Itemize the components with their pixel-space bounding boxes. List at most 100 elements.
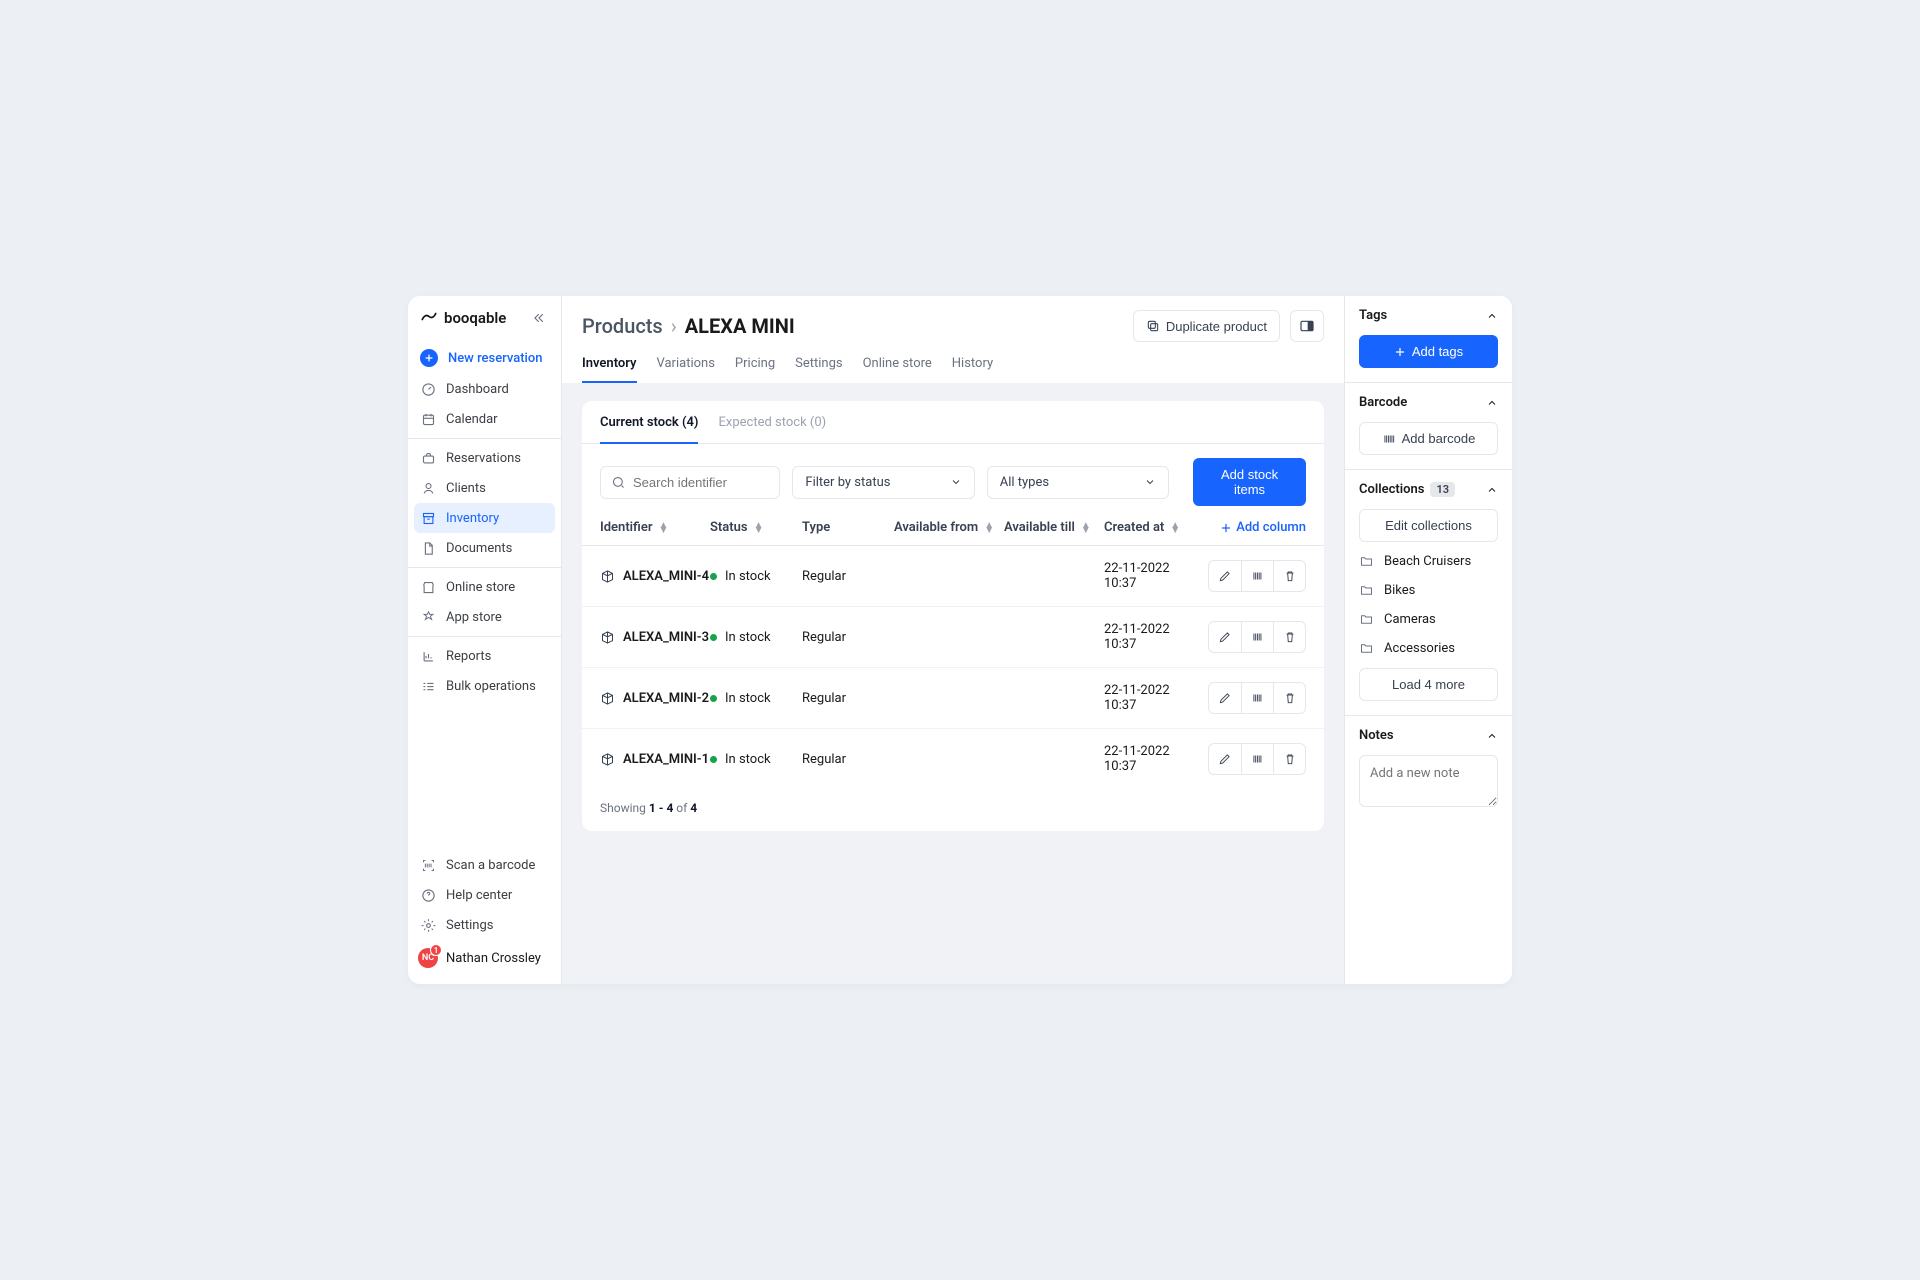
- search-input[interactable]: [600, 466, 780, 499]
- row-identifier: ALEXA_MINI-4: [623, 569, 709, 584]
- barcode-icon: [1251, 752, 1265, 766]
- collections-section-header[interactable]: Collections 13: [1345, 470, 1512, 509]
- scan-barcode-button[interactable]: Scan a barcode: [408, 850, 561, 880]
- sort-icon: ▲▼: [1170, 523, 1180, 533]
- add-column-button[interactable]: Add column: [1220, 520, 1306, 535]
- panel-icon: [1299, 318, 1315, 334]
- filter-type-label: All types: [1000, 475, 1049, 490]
- column-identifier[interactable]: Identifier▲▼: [600, 520, 710, 535]
- add-barcode-button[interactable]: Add barcode: [1359, 422, 1498, 455]
- sidebar-item-calendar[interactable]: Calendar: [408, 404, 561, 434]
- cube-icon: [600, 691, 615, 706]
- tab-history[interactable]: History: [952, 356, 993, 383]
- column-created-at[interactable]: Created at▲▼: [1104, 520, 1204, 535]
- nav-label: Inventory: [446, 511, 499, 526]
- edit-row-button[interactable]: [1209, 744, 1241, 774]
- pencil-icon: [1218, 569, 1232, 583]
- barcode-icon: [1251, 630, 1265, 644]
- table-row[interactable]: ALEXA_MINI-4 In stock Regular 22-11-2022…: [582, 546, 1324, 607]
- sidebar-item-documents[interactable]: Documents: [408, 533, 561, 563]
- edit-collections-button[interactable]: Edit collections: [1359, 509, 1498, 542]
- tab-variations[interactable]: Variations: [657, 356, 715, 383]
- nav-label: Reservations: [446, 451, 521, 466]
- search-identifier-field[interactable]: [600, 466, 780, 499]
- new-reservation-button[interactable]: New reservation: [408, 342, 561, 374]
- settings-button[interactable]: Settings: [408, 910, 561, 940]
- add-tags-button[interactable]: Add tags: [1359, 335, 1498, 368]
- filter-status-select[interactable]: Filter by status: [792, 466, 974, 499]
- pencil-icon: [1218, 691, 1232, 705]
- barcode-row-button[interactable]: [1241, 683, 1273, 713]
- column-status[interactable]: Status▲▼: [710, 520, 802, 535]
- add-stock-items-button[interactable]: Add stock items: [1193, 458, 1306, 506]
- pencil-icon: [1218, 752, 1232, 766]
- barcode-row-button[interactable]: [1241, 622, 1273, 652]
- barcode-row-button[interactable]: [1241, 561, 1273, 591]
- collection-label: Accessories: [1384, 641, 1455, 656]
- table-row[interactable]: ALEXA_MINI-2 In stock Regular 22-11-2022…: [582, 668, 1324, 729]
- column-available-from[interactable]: Available from▲▼: [894, 520, 1004, 535]
- sort-icon: ▲▼: [984, 523, 994, 533]
- row-identifier: ALEXA_MINI-3: [623, 630, 709, 645]
- delete-row-button[interactable]: [1273, 622, 1305, 652]
- load-more-collections-button[interactable]: Load 4 more: [1359, 668, 1498, 701]
- chevron-up-icon: [1486, 310, 1498, 322]
- sidebar-item-reports[interactable]: Reports: [408, 641, 561, 671]
- puzzle-icon: [420, 609, 436, 625]
- user-name: Nathan Crossley: [446, 951, 541, 966]
- user-icon: [420, 480, 436, 496]
- barcode-section-header[interactable]: Barcode: [1345, 383, 1512, 422]
- row-created: 22-11-2022 10:37: [1104, 561, 1204, 591]
- edit-row-button[interactable]: [1209, 622, 1241, 652]
- tab-inventory[interactable]: Inventory: [582, 356, 637, 383]
- duplicate-product-button[interactable]: Duplicate product: [1133, 310, 1280, 342]
- collection-item[interactable]: Accessories: [1359, 641, 1498, 656]
- column-type[interactable]: Type: [802, 520, 894, 535]
- sidebar-item-dashboard[interactable]: Dashboard: [408, 374, 561, 404]
- brand-logo[interactable]: booqable: [420, 309, 506, 327]
- chevron-up-icon: [1486, 397, 1498, 409]
- sidebar-item-clients[interactable]: Clients: [408, 473, 561, 503]
- row-created: 22-11-2022 10:37: [1104, 744, 1204, 774]
- subtab-expected-stock[interactable]: Expected stock (0): [718, 415, 826, 444]
- table-row[interactable]: ALEXA_MINI-3 In stock Regular 22-11-2022…: [582, 607, 1324, 668]
- table-row[interactable]: ALEXA_MINI-1 In stock Regular 22-11-2022…: [582, 729, 1324, 789]
- tab-online-store[interactable]: Online store: [863, 356, 932, 383]
- user-menu[interactable]: NC 1 Nathan Crossley: [408, 940, 561, 976]
- collections-count-badge: 13: [1430, 482, 1455, 497]
- collapse-sidebar-button[interactable]: [529, 308, 549, 328]
- breadcrumb-parent[interactable]: Products: [582, 314, 663, 338]
- notes-textarea[interactable]: [1359, 755, 1498, 807]
- panel-toggle-button[interactable]: [1290, 310, 1324, 342]
- sidebar-item-bulk[interactable]: Bulk operations: [408, 671, 561, 701]
- nav-label: Documents: [446, 541, 512, 556]
- sidebar-item-online-store[interactable]: Online store: [408, 572, 561, 602]
- sidebar-item-inventory[interactable]: Inventory: [414, 503, 555, 533]
- delete-row-button[interactable]: [1273, 561, 1305, 591]
- subtab-current-stock[interactable]: Current stock (4): [600, 415, 698, 444]
- plus-icon: [1220, 522, 1232, 534]
- edit-row-button[interactable]: [1209, 561, 1241, 591]
- sidebar-item-reservations[interactable]: Reservations: [408, 443, 561, 473]
- list-icon: [420, 678, 436, 694]
- sidebar-item-app-store[interactable]: App store: [408, 602, 561, 632]
- tab-settings[interactable]: Settings: [795, 356, 842, 383]
- nav-label: App store: [446, 610, 502, 625]
- barcode-row-button[interactable]: [1241, 744, 1273, 774]
- tab-pricing[interactable]: Pricing: [735, 356, 775, 383]
- delete-row-button[interactable]: [1273, 744, 1305, 774]
- row-status: In stock: [725, 752, 771, 767]
- brand-icon: [420, 309, 438, 327]
- collection-item[interactable]: Cameras: [1359, 612, 1498, 627]
- tags-section-header[interactable]: Tags: [1345, 296, 1512, 335]
- filter-type-select[interactable]: All types: [987, 466, 1169, 499]
- delete-row-button[interactable]: [1273, 683, 1305, 713]
- collection-item[interactable]: Bikes: [1359, 583, 1498, 598]
- help-center-button[interactable]: Help center: [408, 880, 561, 910]
- edit-row-button[interactable]: [1209, 683, 1241, 713]
- nav-label: Calendar: [446, 412, 498, 427]
- cube-icon: [600, 752, 615, 767]
- notes-section-header[interactable]: Notes: [1345, 716, 1512, 755]
- collection-item[interactable]: Beach Cruisers: [1359, 554, 1498, 569]
- column-available-till[interactable]: Available till▲▼: [1004, 520, 1104, 535]
